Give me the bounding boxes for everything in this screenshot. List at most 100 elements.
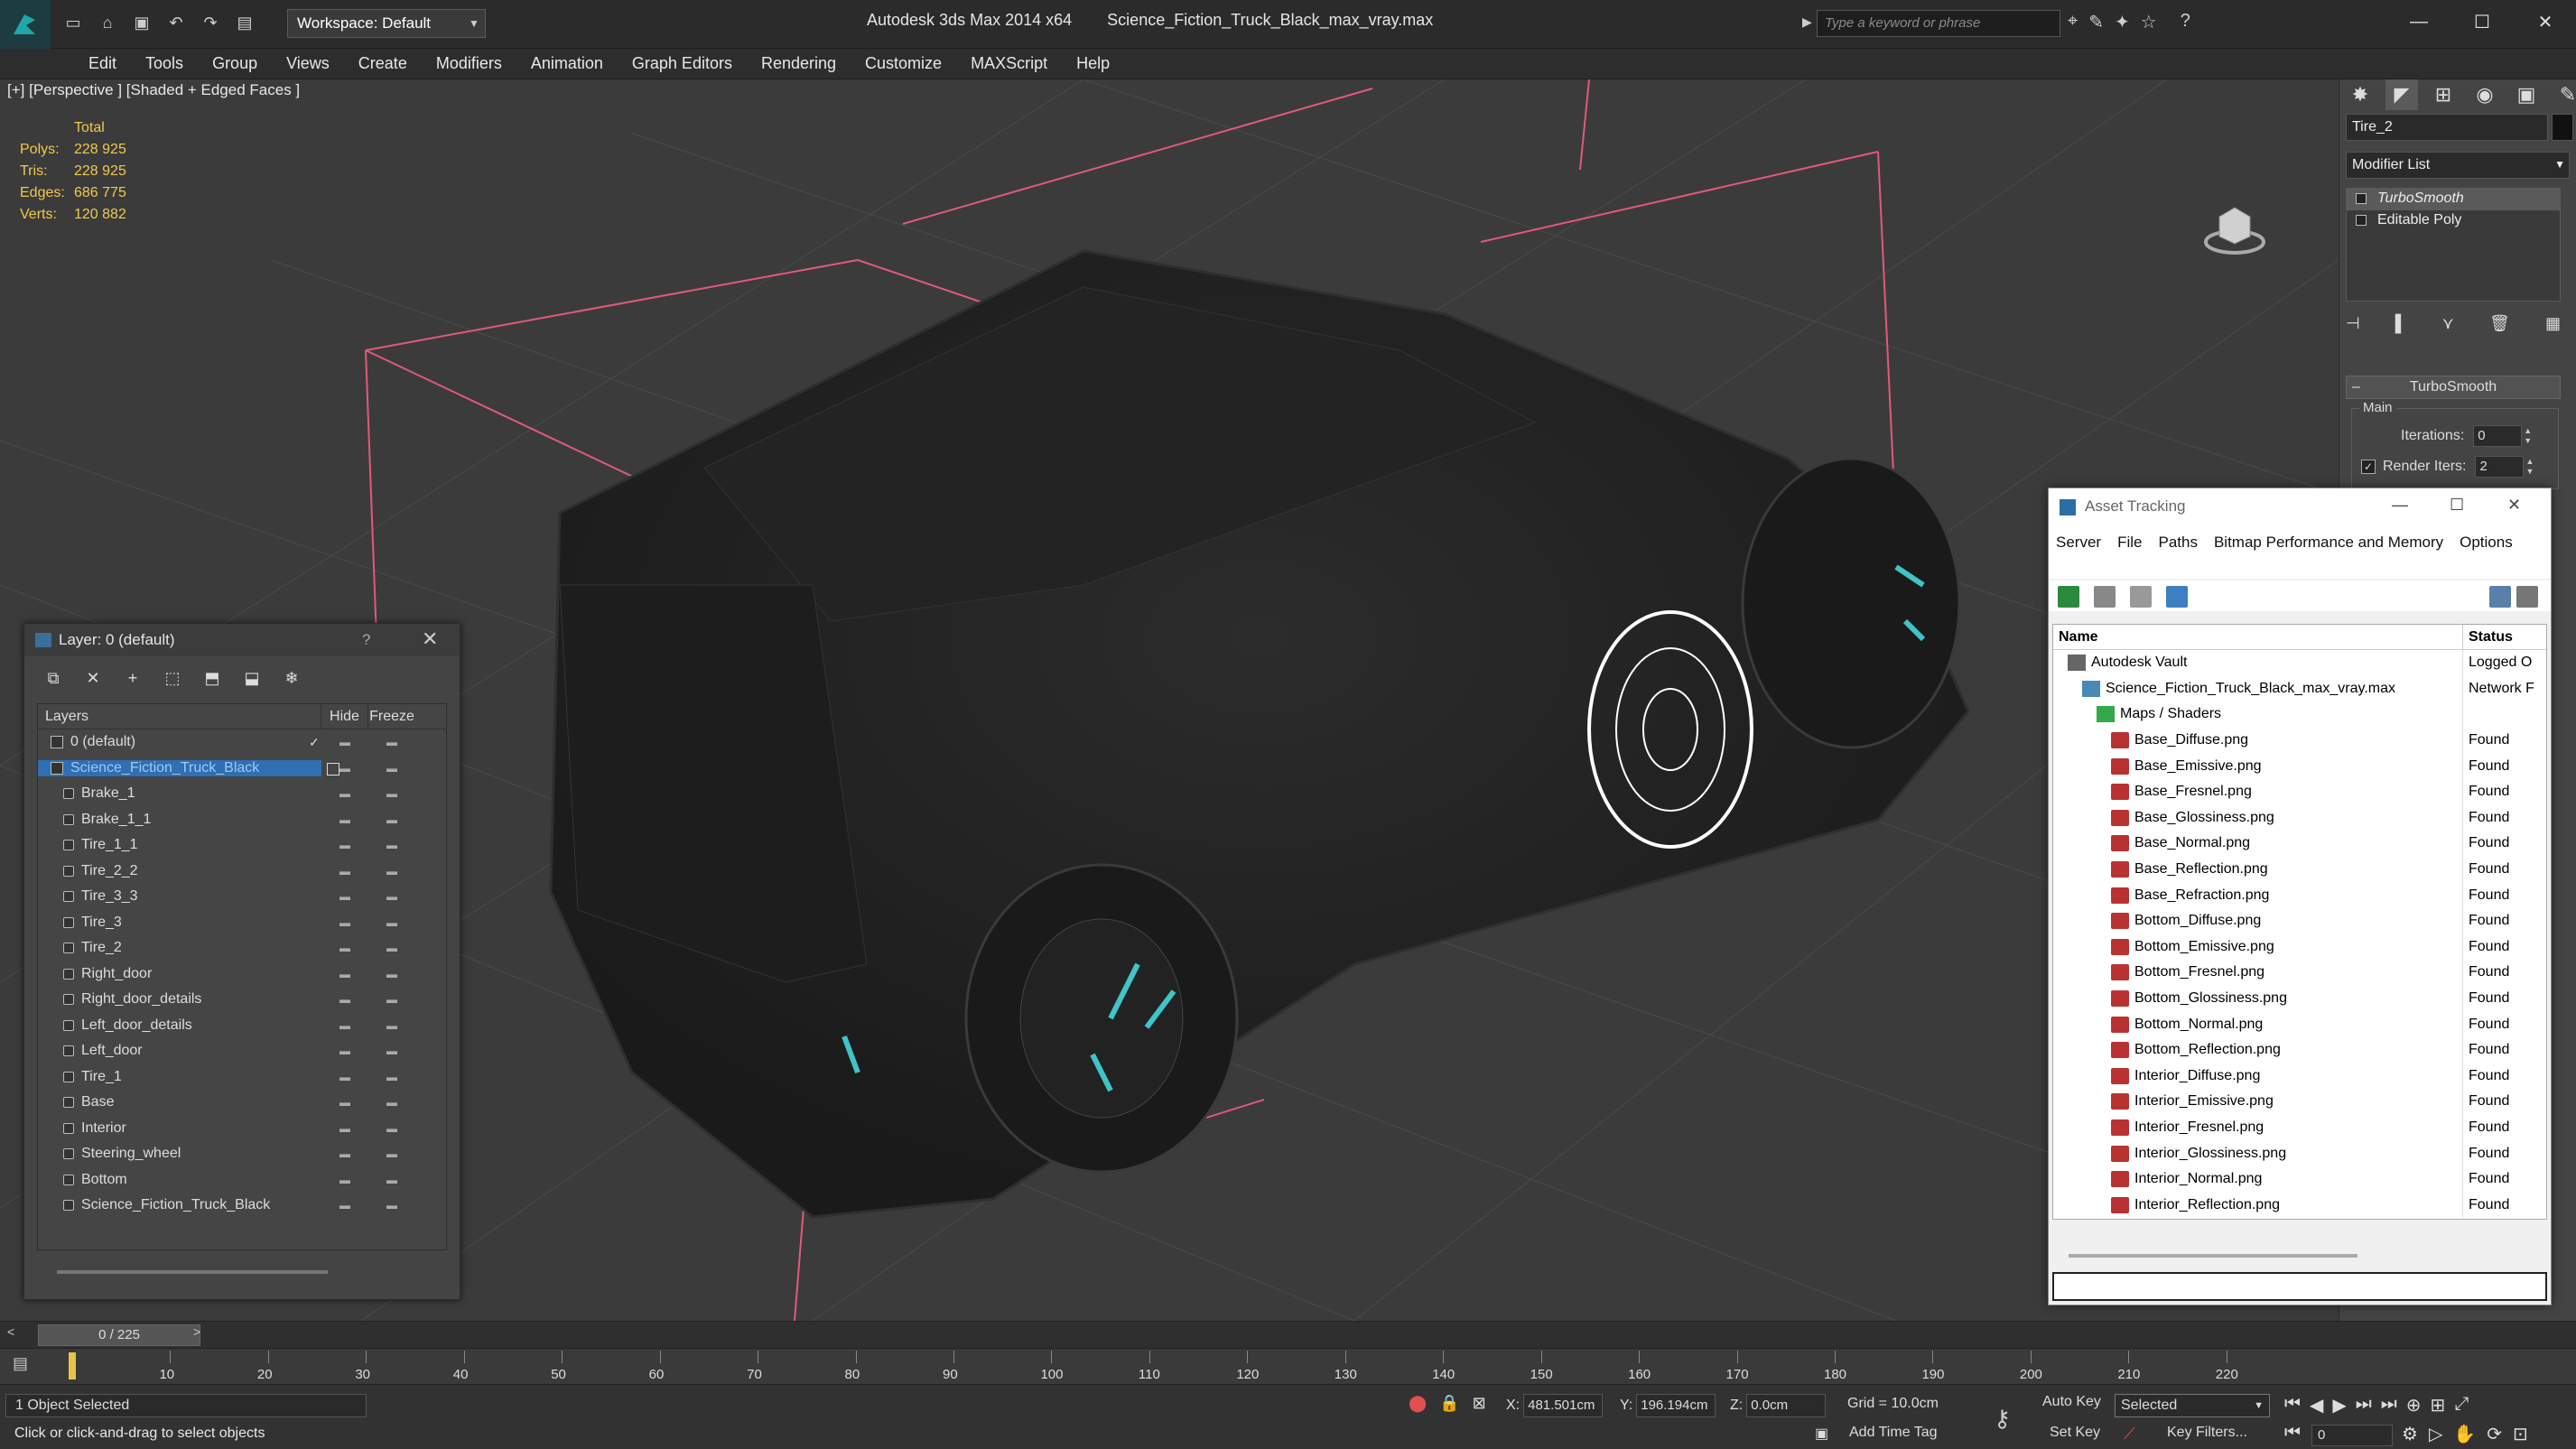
horizontal-scrollbar[interactable]: [57, 1270, 328, 1274]
key-filters-button[interactable]: Key Filters...: [2167, 1425, 2247, 1441]
freeze-toggle-icon[interactable]: ▬: [368, 1147, 415, 1160]
render-iters-checkbox[interactable]: ✓: [2361, 460, 2376, 474]
motion-tab-icon[interactable]: ◉: [2469, 79, 2501, 110]
hide-toggle-icon[interactable]: ▬: [321, 1122, 368, 1135]
select-objects-icon[interactable]: ⬚: [160, 665, 185, 691]
object-row[interactable]: Steering_wheel ▬ ▬: [38, 1141, 446, 1167]
tree-view-icon[interactable]: [2130, 586, 2152, 608]
freeze-toggle-icon[interactable]: ▬: [368, 1045, 415, 1057]
at-menu-options[interactable]: Options: [2460, 534, 2513, 551]
lightbulb-icon[interactable]: [2356, 193, 2367, 204]
time-config-icon[interactable]: ⚙: [2402, 1423, 2418, 1445]
stack-item-editable-poly[interactable]: Editable Poly: [2347, 210, 2560, 232]
help-icon[interactable]: ?: [2181, 11, 2190, 33]
asset-row[interactable]: Base_Fresnel.png Found: [2053, 778, 2546, 805]
go-to-end-icon[interactable]: ⏭: [2381, 1394, 2397, 1416]
communication-icon[interactable]: ✦: [2115, 11, 2130, 33]
turbosmooth-rollout-header[interactable]: – TurboSmooth: [2346, 376, 2561, 399]
remove-modifier-icon[interactable]: 🗑: [2489, 314, 2510, 333]
menu-help[interactable]: Help: [1062, 54, 1124, 73]
y-field[interactable]: 196.194cm: [1636, 1394, 1716, 1417]
object-row[interactable]: Left_door_details ▬ ▬: [38, 1013, 446, 1039]
display-tab-icon[interactable]: ▣: [2510, 79, 2543, 110]
redo-icon[interactable]: ↷: [197, 9, 224, 36]
object-row[interactable]: Science_Fiction_Truck_Black ▬ ▬: [38, 1193, 446, 1219]
menu-animation[interactable]: Animation: [516, 54, 618, 73]
subscription-icon[interactable]: ✎: [2088, 11, 2104, 33]
asset-row[interactable]: Bottom_Reflection.png Found: [2053, 1036, 2546, 1064]
object-row[interactable]: Base ▬ ▬: [38, 1090, 446, 1116]
minimize-icon[interactable]: —: [2387, 5, 2450, 38]
hide-toggle-icon[interactable]: ▬: [321, 1019, 368, 1032]
hide-toggle-icon[interactable]: ▬: [321, 736, 368, 748]
freeze-toggle-icon[interactable]: ▬: [368, 762, 415, 775]
object-color-swatch[interactable]: [2552, 114, 2573, 141]
object-row[interactable]: Left_door ▬ ▬: [38, 1038, 446, 1064]
asset-row[interactable]: Interior_Reflection.png Found: [2053, 1192, 2546, 1219]
key-filters-icon[interactable]: ⟋: [2124, 1425, 2135, 1444]
iterations-spinner[interactable]: 0: [2473, 425, 2523, 447]
column-status[interactable]: Status: [2463, 629, 2513, 646]
freeze-toggle-icon[interactable]: ▬: [368, 890, 415, 903]
show-end-result-icon[interactable]: ▌: [2395, 314, 2407, 333]
asset-row[interactable]: Science_Fiction_Truck_Black_max_vray.max…: [2053, 675, 2546, 702]
hide-toggle-icon[interactable]: ▬: [321, 1147, 368, 1160]
previous-frame-icon[interactable]: ◀: [2310, 1394, 2323, 1416]
viewcube-icon[interactable]: [2203, 197, 2266, 260]
maximize-viewport-icon[interactable]: ⊡: [2513, 1423, 2528, 1445]
freeze-toggle-icon[interactable]: ▬: [368, 1199, 415, 1212]
freeze-toggle-icon[interactable]: ▬: [368, 968, 415, 980]
asset-row[interactable]: Bottom_Fresnel.png Found: [2053, 960, 2546, 986]
go-to-start-icon[interactable]: ⏮: [2284, 1394, 2301, 1416]
hide-toggle-icon[interactable]: ▬: [321, 1045, 368, 1057]
hide-toggle-icon[interactable]: ▬: [321, 968, 368, 980]
asset-row[interactable]: Base_Refraction.png Found: [2053, 882, 2546, 908]
menu-rendering[interactable]: Rendering: [747, 54, 851, 73]
key-mode-dropdown[interactable]: Selected ▼: [2115, 1394, 2270, 1417]
asset-row[interactable]: Maps / Shaders: [2053, 701, 2546, 728]
key-mode-toggle-icon[interactable]: ⏮: [2284, 1423, 2301, 1444]
hide-toggle-icon[interactable]: ▬: [321, 993, 368, 1006]
horizontal-scrollbar[interactable]: [2069, 1254, 2357, 1258]
object-row[interactable]: Brake_1_1 ▬ ▬: [38, 807, 446, 833]
freeze-toggle-icon[interactable]: ▬: [368, 865, 415, 878]
column-name[interactable]: Name: [2053, 625, 2463, 650]
set-key-button[interactable]: Set Key: [2050, 1425, 2100, 1441]
hide-toggle-icon[interactable]: ▬: [321, 813, 368, 826]
maximize-icon[interactable]: ☐: [2450, 496, 2464, 515]
asset-row[interactable]: Base_Reflection.png Found: [2053, 856, 2546, 883]
zoom-all-icon[interactable]: ⊞: [2431, 1394, 2446, 1416]
close-icon[interactable]: ✕: [2514, 5, 2576, 38]
hide-toggle-icon[interactable]: ▬: [321, 1199, 368, 1212]
asset-row[interactable]: Interior_Glossiness.png Found: [2053, 1140, 2546, 1166]
freeze-toggle-icon[interactable]: ▬: [368, 787, 415, 800]
search-input[interactable]: Type a keyword or phrase: [1817, 10, 2060, 37]
object-row[interactable]: Tire_3_3 ▬ ▬: [38, 884, 446, 910]
column-hide[interactable]: Hide: [321, 703, 368, 729]
key-icon[interactable]: ⚷: [1994, 1405, 2011, 1433]
field-of-view-icon[interactable]: ▷: [2429, 1423, 2442, 1445]
object-row[interactable]: Right_door_details ▬ ▬: [38, 987, 446, 1013]
zoom-icon[interactable]: ⊕: [2406, 1394, 2422, 1416]
asset-row[interactable]: Base_Diffuse.png Found: [2053, 727, 2546, 754]
hide-toggle-icon[interactable]: ▬: [321, 890, 368, 903]
help-icon[interactable]: [2489, 586, 2511, 608]
hide-toggle-icon[interactable]: ▬: [321, 1096, 368, 1109]
freeze-toggle-icon[interactable]: ▬: [368, 1096, 415, 1109]
asset-row[interactable]: Autodesk Vault Logged O: [2053, 650, 2546, 676]
freeze-toggle-icon[interactable]: ▬: [368, 942, 415, 954]
close-icon[interactable]: ✕: [422, 627, 438, 651]
menu-views[interactable]: Views: [272, 54, 344, 73]
zoom-extents-icon[interactable]: ⤢: [2454, 1394, 2469, 1416]
create-tab-icon[interactable]: ✸: [2344, 79, 2376, 110]
prev-frame-arrow-icon[interactable]: <: [7, 1324, 14, 1339]
workspace-dropdown[interactable]: Workspace: Default ▼: [287, 9, 486, 38]
save-icon[interactable]: ▣: [128, 9, 155, 36]
delete-layer-icon[interactable]: ✕: [80, 665, 106, 691]
next-frame-icon[interactable]: ⏭: [2356, 1394, 2372, 1416]
at-menu-file[interactable]: File: [2117, 534, 2142, 551]
auto-key-button[interactable]: Auto Key: [2042, 1394, 2101, 1410]
asset-path-field[interactable]: [2052, 1272, 2547, 1301]
freeze-toggle-icon[interactable]: ▬: [368, 1071, 415, 1083]
menu-modifiers[interactable]: Modifiers: [422, 54, 516, 73]
